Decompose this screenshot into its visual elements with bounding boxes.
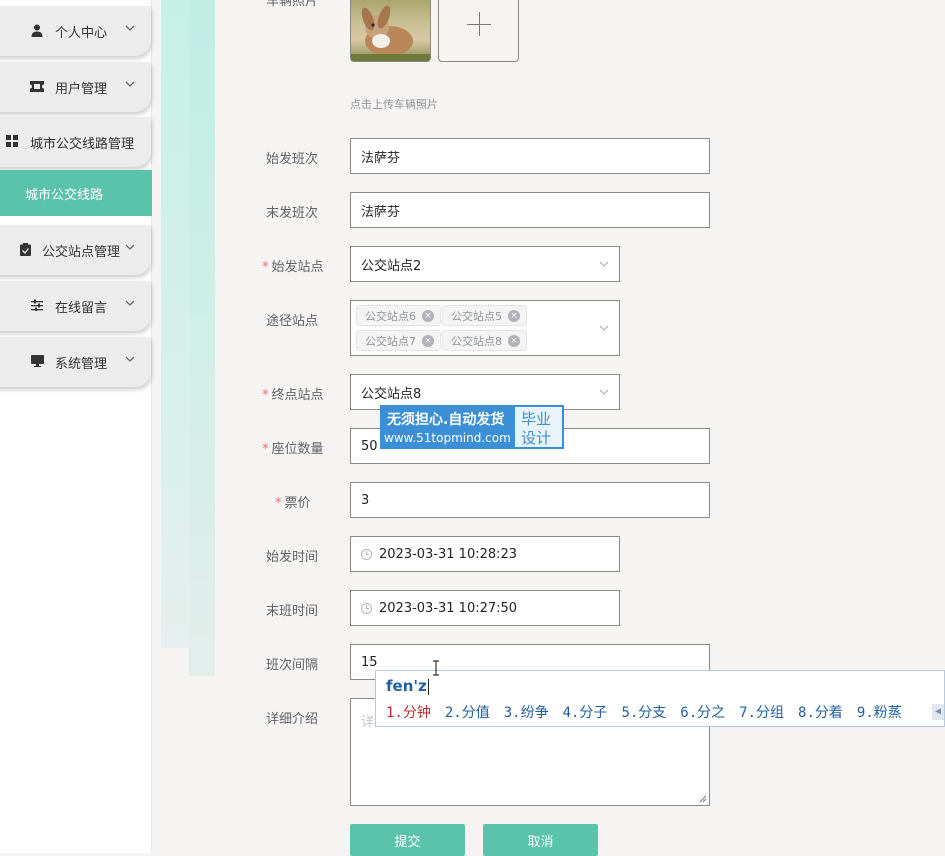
sidebar-item-label: 公交站点管理 [42, 245, 121, 260]
chevron-down-icon [125, 25, 135, 31]
ime-composition: fen'z [386, 677, 429, 695]
sidebar-item-bus-route-management[interactable]: 城市公交线路管理 [0, 117, 151, 167]
sidebar-item-label: 系统管理 [55, 357, 108, 372]
via-stations-multiselect[interactable]: 公交站点6 × 公交站点5 × 公交站点7 × 公交站点8 × [350, 300, 620, 356]
sidebar-item-label: 个人中心 [55, 26, 108, 41]
sidebar-item-bus-stop-management[interactable]: 公交站点管理 [0, 225, 151, 275]
monitor-icon [30, 354, 44, 368]
sidebar: 个人中心 用户管理 城市公交线路管理 城市公交线路 公交站点管理 在线留言 系统… [0, 0, 152, 853]
last-shift-label: 末发班次 [266, 206, 319, 221]
close-icon[interactable]: × [508, 334, 520, 347]
upload-hint: 点击上传车辆照片 [350, 98, 438, 111]
ime-candidate[interactable]: 7.分组 [739, 705, 784, 721]
start-time-label: 始发时间 [266, 550, 319, 565]
resize-handle-icon[interactable] [699, 795, 707, 803]
submit-button[interactable]: 提交 [350, 824, 465, 856]
ime-candidate-window: fen'z 1.分钟 2.分值 3.纷争 4.分子 5.分支 6.分之 7.分组 8.分着 9.… [375, 670, 945, 727]
watermark-line2: www.51topmind.com [384, 431, 511, 445]
end-time-label: 末班时间 [266, 604, 319, 619]
clock-icon [361, 602, 372, 614]
sidebar-item-label: 城市公交线路管理 [30, 137, 135, 152]
decorative-strip [161, 0, 189, 648]
via-stations-label: 途径站点 [266, 314, 319, 329]
sidebar-item-system-management[interactable]: 系统管理 [0, 337, 151, 387]
seats-label: * 座位数量 [262, 442, 324, 457]
ime-candidate[interactable]: 8.分着 [798, 705, 843, 721]
station-tag: 公交站点8 × [442, 330, 527, 351]
sidebar-item-personal-center[interactable]: 个人中心 [0, 6, 151, 56]
watermark-right1: 毕业 [521, 410, 552, 428]
ime-prev-page-button[interactable]: ◀ [932, 704, 944, 720]
ticket-icon [30, 79, 44, 93]
ime-candidate[interactable]: 3.纷争 [504, 705, 549, 721]
ime-candidate[interactable]: 4.分子 [563, 705, 608, 721]
first-shift-label: 始发班次 [266, 152, 319, 167]
cancel-button[interactable]: 取消 [483, 824, 598, 856]
first-shift-input[interactable]: 法萨芬 [350, 138, 710, 174]
decorative-strip [189, 0, 215, 676]
sidebar-item-online-messages[interactable]: 在线留言 [0, 281, 151, 331]
start-station-select[interactable]: 公交站点2 [350, 246, 620, 282]
sliders-icon [30, 298, 44, 312]
ime-candidate[interactable]: 2.分值 [445, 705, 490, 721]
ime-candidate[interactable]: 1.分钟 [386, 705, 431, 721]
sidebar-item-label: 用户管理 [55, 82, 108, 97]
close-icon[interactable]: × [508, 309, 520, 322]
station-tag: 公交站点5 × [442, 305, 527, 326]
fare-input[interactable]: 3 [350, 482, 710, 518]
chevron-down-icon [599, 325, 609, 331]
ime-candidate[interactable]: 9.粉蒸 [857, 705, 902, 721]
watermark-right2: 设计 [521, 429, 552, 447]
sidebar-subitem-label: 城市公交线路 [25, 188, 104, 203]
station-tag: 公交站点6 × [356, 305, 441, 326]
watermark-line1: 无须担心.自动发货 [387, 412, 505, 428]
person-icon [30, 23, 44, 37]
sidebar-item-label: 在线留言 [55, 301, 108, 316]
details-label: 详细介绍 [266, 712, 319, 727]
clipboard-icon [18, 242, 32, 256]
chevron-down-icon [599, 389, 609, 395]
required-mark: * [262, 442, 269, 457]
sidebar-subitem-bus-routes[interactable]: 城市公交线路 [0, 170, 152, 216]
ime-candidate-list: 1.分钟 2.分值 3.纷争 4.分子 5.分支 6.分之 7.分组 8.分着 9.粉蒸 [386, 702, 916, 722]
end-time-picker[interactable]: 2023-03-31 10:27:50 [350, 590, 620, 626]
start-time-picker[interactable]: 2023-03-31 10:28:23 [350, 536, 620, 572]
start-station-label: * 始发站点 [262, 260, 324, 275]
ime-candidate[interactable]: 6.分之 [680, 705, 725, 721]
required-mark: * [275, 496, 282, 511]
required-mark: * [262, 260, 269, 275]
close-icon[interactable]: × [422, 309, 434, 322]
watermark-badge: 无须担心.自动发货 www.51topmind.com 毕业 设计 [380, 405, 564, 449]
clock-icon [361, 548, 372, 560]
chevron-down-icon [125, 244, 135, 250]
chevron-down-icon [599, 261, 609, 267]
required-mark: * [262, 388, 269, 403]
watermark-right-box: 毕业 设计 [515, 407, 562, 447]
ime-candidate[interactable]: 5.分支 [621, 705, 666, 721]
upload-photo-button[interactable] [438, 0, 519, 62]
sidebar-item-user-management[interactable]: 用户管理 [0, 62, 151, 112]
photo-label: 车辆照片 [266, 0, 319, 9]
ibeam-cursor-icon [433, 660, 439, 676]
close-icon[interactable]: × [422, 334, 434, 347]
end-station-label: * 终点站点 [262, 388, 324, 403]
station-tag: 公交站点7 × [356, 330, 441, 351]
fare-label: * 票价 [275, 496, 311, 511]
chevron-down-icon [125, 300, 135, 306]
vehicle-photo-thumbnail[interactable] [350, 0, 431, 62]
chevron-down-icon [125, 81, 135, 87]
last-shift-input[interactable]: 法萨芬 [350, 192, 710, 228]
rabbit-image [351, 5, 430, 61]
chevron-down-icon [125, 356, 135, 362]
grid-icon [5, 134, 19, 148]
interval-label: 班次间隔 [266, 658, 319, 673]
